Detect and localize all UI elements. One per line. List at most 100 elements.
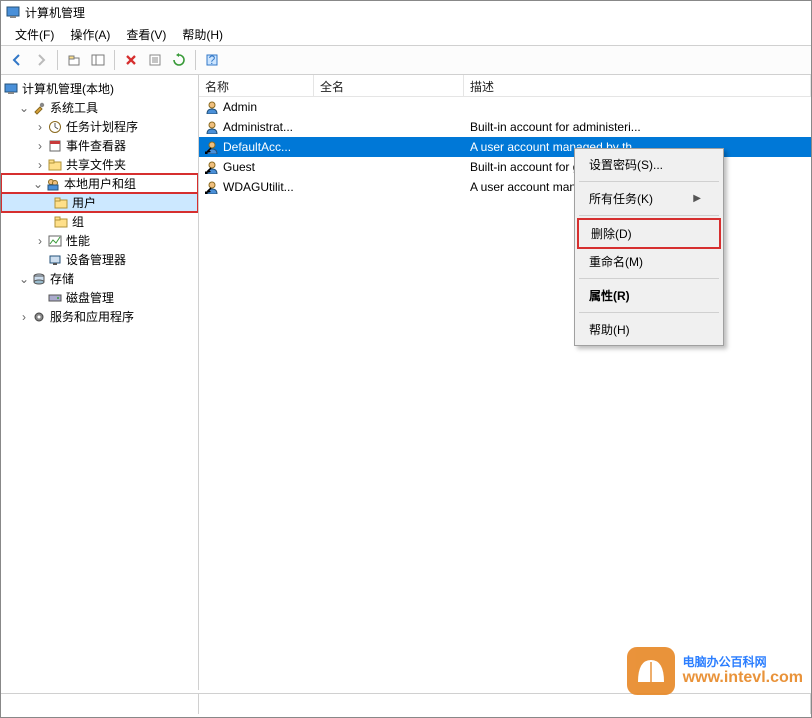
tree-storage-label: 存储 xyxy=(50,270,74,287)
properties-button[interactable] xyxy=(144,49,166,71)
event-icon xyxy=(47,138,63,154)
expand-icon[interactable]: › xyxy=(33,139,47,153)
tree-services-apps-label: 服务和应用程序 xyxy=(50,308,134,325)
device-icon xyxy=(47,252,63,268)
folder-share-icon xyxy=(47,157,63,173)
tree-disk-management-label: 磁盘管理 xyxy=(66,289,114,306)
svg-text:?: ? xyxy=(209,53,216,67)
column-headers: 名称 全名 描述 xyxy=(199,75,811,97)
menu-help[interactable]: 帮助(H) xyxy=(174,24,231,45)
menu-all-tasks[interactable]: 所有任务(K)▶ xyxy=(577,185,721,212)
toolbar-separator xyxy=(114,50,115,70)
up-button[interactable] xyxy=(63,49,85,71)
back-button[interactable] xyxy=(6,49,28,71)
expand-icon[interactable]: › xyxy=(33,158,47,172)
user-icon xyxy=(205,180,219,194)
performance-icon xyxy=(47,233,63,249)
tree-performance[interactable]: › 性能 xyxy=(1,231,198,250)
user-name-cell: Guest xyxy=(199,160,314,174)
list-pane: 名称 全名 描述 Admin Administrat... Built-in acc… xyxy=(199,75,811,690)
context-menu: 设置密码(S)... 所有任务(K)▶ 删除(D) 重命名(M) 属性(R) 帮… xyxy=(574,148,724,346)
user-icon xyxy=(205,160,219,174)
user-icon xyxy=(205,100,219,114)
tree-device-manager[interactable]: 设备管理器 xyxy=(1,250,198,269)
tree-services-apps[interactable]: › 服务和应用程序 xyxy=(1,307,198,326)
app-icon xyxy=(5,4,21,20)
submenu-arrow-icon: ▶ xyxy=(693,193,701,204)
watermark-text: 电脑办公百科网 www.intevl.com xyxy=(683,656,803,687)
user-icon xyxy=(205,140,219,154)
expand-icon[interactable]: › xyxy=(33,234,47,248)
watermark: 电脑办公百科网 www.intevl.com xyxy=(627,647,803,695)
tree-task-scheduler-label: 任务计划程序 xyxy=(66,118,138,135)
tree-root[interactable]: 计算机管理(本地) xyxy=(1,79,198,98)
toolbar-separator xyxy=(195,50,196,70)
user-name-cell: Admin xyxy=(199,100,314,114)
collapse-icon[interactable]: ⌄ xyxy=(17,272,31,286)
status-bar xyxy=(1,693,811,713)
menu-separator xyxy=(579,278,719,279)
menu-set-password[interactable]: 设置密码(S)... xyxy=(577,151,721,178)
menu-separator xyxy=(579,181,719,182)
tree-task-scheduler[interactable]: › 任务计划程序 xyxy=(1,117,198,136)
watermark-icon xyxy=(627,647,675,695)
tree-storage[interactable]: ⌄ 存储 xyxy=(1,269,198,288)
column-name[interactable]: 名称 xyxy=(199,75,314,96)
menu-rename[interactable]: 重命名(M) xyxy=(577,248,721,275)
tree-users[interactable]: 用户 xyxy=(1,193,198,212)
help-button[interactable]: ? xyxy=(201,49,223,71)
storage-icon xyxy=(31,271,47,287)
expand-icon[interactable]: › xyxy=(17,310,31,324)
menu-properties[interactable]: 属性(R) xyxy=(577,282,721,309)
user-name-cell: DefaultAcc... xyxy=(199,140,314,154)
menu-delete[interactable]: 删除(D) xyxy=(577,218,721,249)
menu-action[interactable]: 操作(A) xyxy=(62,24,118,45)
collapse-icon[interactable]: ⌄ xyxy=(17,101,31,115)
tree-event-viewer[interactable]: › 事件查看器 xyxy=(1,136,198,155)
user-name-cell: Administrat... xyxy=(199,120,314,134)
menu-separator xyxy=(579,215,719,216)
tree-groups[interactable]: 组 xyxy=(1,212,198,231)
collapse-icon[interactable]: ⌄ xyxy=(31,177,45,191)
tree-shared-folders[interactable]: › 共享文件夹 xyxy=(1,155,198,174)
window-title: 计算机管理 xyxy=(25,4,85,21)
forward-button[interactable] xyxy=(30,49,52,71)
services-icon xyxy=(31,309,47,325)
user-name-cell: WDAGUtilit... xyxy=(199,180,314,194)
column-fullname[interactable]: 全名 xyxy=(314,75,464,96)
tree-performance-label: 性能 xyxy=(66,232,90,249)
show-hide-tree-button[interactable] xyxy=(87,49,109,71)
menu-separator xyxy=(579,312,719,313)
tree-local-users-groups-label: 本地用户和组 xyxy=(64,175,136,192)
expand-icon[interactable]: › xyxy=(33,120,47,134)
menu-help[interactable]: 帮助(H) xyxy=(577,316,721,343)
folder-icon xyxy=(53,214,69,230)
tree-groups-label: 组 xyxy=(72,213,84,230)
user-row[interactable]: Admin xyxy=(199,97,811,117)
refresh-button[interactable] xyxy=(168,49,190,71)
folder-icon xyxy=(53,195,69,211)
tree-shared-folders-label: 共享文件夹 xyxy=(66,156,126,173)
tree-disk-management[interactable]: 磁盘管理 xyxy=(1,288,198,307)
tree-system-tools-label: 系统工具 xyxy=(50,99,98,116)
tree-local-users-groups[interactable]: ⌄ 本地用户和组 xyxy=(1,174,198,193)
tree-root-label: 计算机管理(本地) xyxy=(22,80,114,97)
menu-file[interactable]: 文件(F) xyxy=(7,24,62,45)
user-desc-cell: Built-in account for administeri... xyxy=(464,120,811,134)
tree-event-viewer-label: 事件查看器 xyxy=(66,137,126,154)
user-row[interactable]: Administrat... Built-in account for admin… xyxy=(199,117,811,137)
delete-button[interactable] xyxy=(120,49,142,71)
menu-view[interactable]: 查看(V) xyxy=(118,24,174,45)
main-area: 计算机管理(本地) ⌄ 系统工具 › 任务计划程序 › 事件查看器 › 共享文件夹 xyxy=(1,75,811,690)
toolbar-separator xyxy=(57,50,58,70)
column-description[interactable]: 描述 xyxy=(464,75,811,96)
tree-pane[interactable]: 计算机管理(本地) ⌄ 系统工具 › 任务计划程序 › 事件查看器 › 共享文件夹 xyxy=(1,75,199,690)
computer-icon xyxy=(3,81,19,97)
tree-device-manager-label: 设备管理器 xyxy=(66,251,126,268)
tree-system-tools[interactable]: ⌄ 系统工具 xyxy=(1,98,198,117)
disk-icon xyxy=(47,290,63,306)
user-icon xyxy=(205,120,219,134)
toolbar: ? xyxy=(1,45,811,75)
users-group-icon xyxy=(45,176,61,192)
watermark-line1: 电脑办公百科网 xyxy=(683,656,803,669)
